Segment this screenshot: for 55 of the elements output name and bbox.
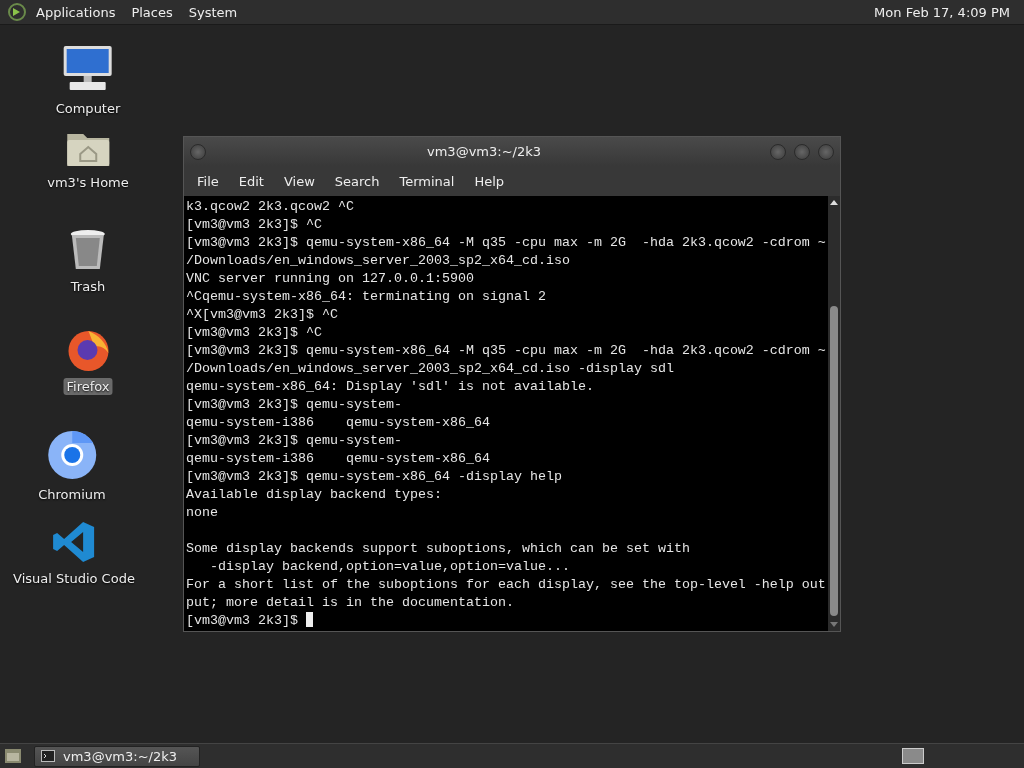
scroll-down-icon[interactable]	[830, 620, 838, 628]
menu-item[interactable]: View	[274, 171, 324, 191]
desktop-icon-label[interactable]: Computer	[52, 100, 124, 117]
terminal-line: [vm3@vm3 2k3]$ qemu-system-x86_64 -M q35 -cpu max -m 2G -hda 2k3.qcow2 -cdrom ~	[186, 234, 826, 252]
terminal-icon	[41, 750, 55, 762]
terminal-line: k3.qcow2 2k3.qcow2 ^C	[186, 198, 355, 216]
terminal-line: qemu-system-i386 qemu-system-x86_64	[186, 450, 491, 468]
terminal-line: [vm3@vm3 2k3]$ qemu-system-x86_64 -display help	[186, 468, 563, 486]
panel-menu[interactable]: Applications	[30, 2, 122, 22]
terminal-line: [vm3@vm3 2k3]$ qemu-system-x86_64 -M q35 -cpu max -m 2G -hda 2k3.qcow2 -cdrom ~	[186, 342, 826, 360]
terminal-line: ^X[vm3@vm3 2k3]$ ^C	[186, 306, 339, 324]
minimize-button[interactable]	[770, 143, 786, 160]
terminal-line: ^Cqemu-system-x86_64: terminating on signal 2	[186, 288, 547, 306]
scroll-up-icon[interactable]	[830, 199, 838, 207]
terminal-line: /Downloads/en_windows_server_2003_sp2_x64_cd.iso	[186, 252, 571, 270]
maximize-button[interactable]	[794, 143, 810, 160]
desktop-icon-label[interactable]: Firefox	[63, 378, 113, 395]
vscode-icon	[52, 520, 96, 564]
window-title: vm3@vm3:~/2k3	[426, 144, 542, 159]
menu-item[interactable]: File	[188, 171, 228, 191]
terminal-line: -display backend,option=value,option=value...	[209, 558, 571, 576]
terminal-line: VNC server running on 127.0.0.1:5900	[186, 270, 475, 288]
terminal-line: /Downloads/en_windows_server_2003_sp2_x64_cd.iso -display sdl	[186, 360, 675, 378]
terminal-line: put; more detail is in the documentation.	[186, 594, 515, 612]
chromium-icon	[47, 430, 97, 480]
terminal-line: none	[186, 504, 219, 522]
terminal-line: Available display backend types:	[186, 486, 443, 504]
close-button[interactable]	[818, 143, 834, 160]
desktop-icon-label[interactable]: Visual Studio Code	[10, 570, 138, 587]
scrollbar-thumb[interactable]	[830, 306, 838, 616]
terminal-line: [vm3@vm3 2k3]$	[186, 612, 826, 630]
window-menu-button[interactable]	[190, 143, 206, 160]
terminal-line: qemu-system-i386 qemu-system-x86_64	[186, 414, 491, 432]
terminal-line: For a short list of the suboptions for each display, see the top-level -help out	[186, 576, 826, 594]
terminal-line: [vm3@vm3 2k3]$ ^C	[186, 216, 323, 234]
desktop-icon-label[interactable]: Chromium	[35, 486, 109, 503]
panel-menu[interactable]: Places	[125, 2, 179, 22]
desktop-icon-label[interactable]: Trash	[67, 278, 109, 295]
terminal-line: [vm3@vm3 2k3]$ qemu-system-	[186, 432, 403, 450]
workspace-switcher[interactable]	[902, 748, 924, 764]
panel-menu[interactable]: System	[182, 2, 244, 22]
taskbar-button[interactable]: vm3@vm3:~/2k3	[34, 745, 200, 767]
menu-item[interactable]: Help	[465, 171, 514, 191]
terminal-line: [vm3@vm3 2k3]$ ^C	[186, 324, 323, 342]
logo-icon[interactable]	[8, 3, 26, 21]
trash-icon	[68, 228, 108, 272]
terminal-line: [vm3@vm3 2k3]$ qemu-system-	[186, 396, 403, 414]
desktop-icon-label[interactable]: vm3's Home	[44, 174, 132, 191]
terminal-line: qemu-system-x86_64: Display 'sdl' is not available.	[186, 378, 595, 396]
menu-item[interactable]: Edit	[229, 171, 273, 191]
menu-item[interactable]: Terminal	[390, 171, 464, 191]
clock[interactable]: Mon Feb 17, 4:09 PM	[874, 4, 1016, 20]
show-desktop-icon[interactable]	[4, 748, 22, 764]
menu-item[interactable]: Search	[325, 171, 389, 191]
terminal-line: Some display backends support suboptions, which can be set with	[186, 540, 691, 558]
